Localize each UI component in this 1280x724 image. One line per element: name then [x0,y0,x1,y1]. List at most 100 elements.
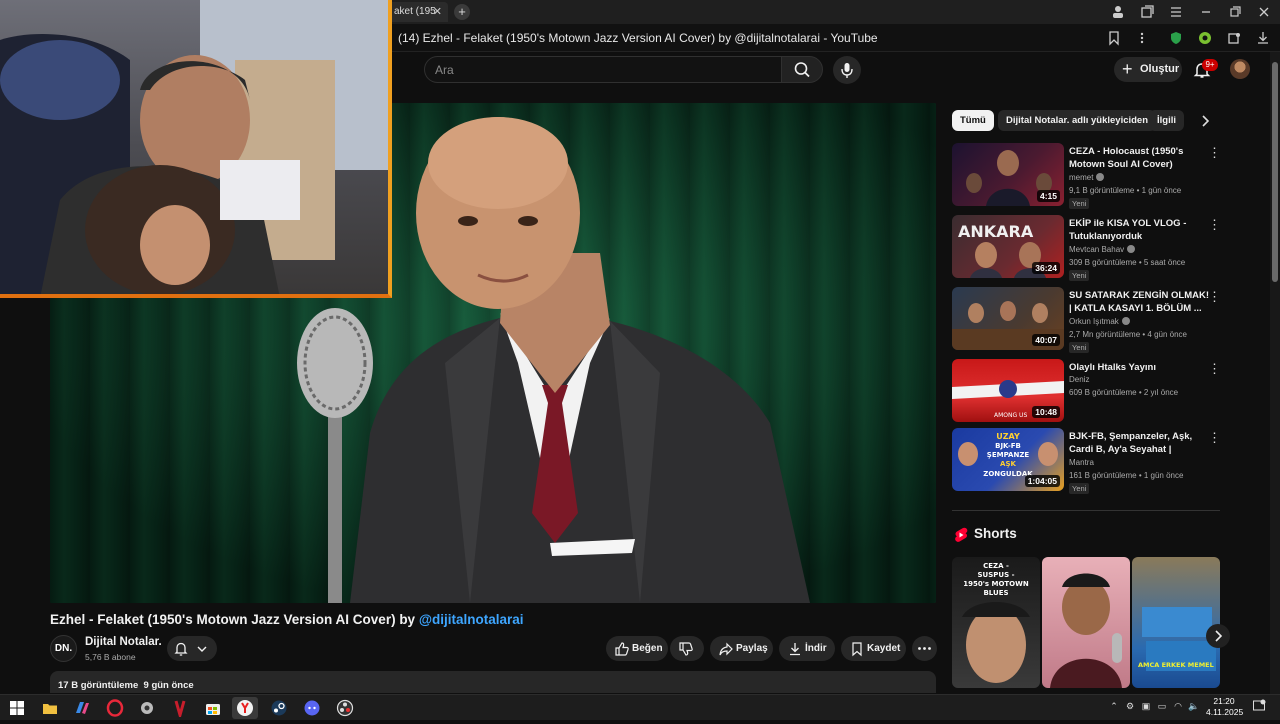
thumbnail-overlay-text: AŞK [1000,460,1016,468]
user-avatar[interactable] [1230,59,1250,79]
chip-all[interactable]: Tümü [952,110,994,131]
description-box[interactable]: 17 B görüntüleme 9 gün önce [50,671,936,693]
app-icon[interactable] [138,699,156,717]
video-stats: 17 B görüntüleme 9 gün önce [58,680,194,691]
channel-name-text: Mevtcan Bahav [1069,245,1125,254]
shorts-next-button[interactable] [1206,624,1230,648]
restore-icon[interactable] [1227,4,1243,20]
recommendation-title[interactable]: SU SATARAK ZENGİN OLMAK! | KATLA KASAYI … [1069,289,1211,315]
obs-icon[interactable] [336,699,354,717]
recommendation-item[interactable]: ANKARA 36:24 EKİP ile KISA YOL VLOG - Tu… [952,215,1222,281]
store-icon[interactable] [204,699,222,717]
more-vertical-icon[interactable]: ⋮ [1208,430,1221,446]
minimize-icon[interactable] [1198,4,1214,20]
more-actions-button[interactable] [912,636,937,661]
save-label: Kaydet [867,643,901,654]
more-vertical-icon[interactable]: ⋮ [1208,145,1221,161]
more-vertical-icon[interactable] [1134,30,1150,46]
download-icon[interactable] [1255,30,1271,46]
search-box[interactable]: Ara [424,56,782,83]
thumbnail-overlay-text: ŞEMPANZE [987,451,1030,459]
file-explorer-icon[interactable] [41,699,59,717]
dislike-button[interactable] [670,636,704,661]
recommendation-item[interactable]: 40:07 SU SATARAK ZENGİN OLMAK! | KATLA K… [952,287,1222,353]
menu-icon[interactable] [1168,4,1184,20]
search-input[interactable]: Ara [435,63,454,77]
copilot-icon[interactable] [73,699,91,717]
recommendation-channel[interactable]: memet [1069,173,1105,182]
channel-avatar[interactable]: DN. [50,635,77,662]
channel-handle-link[interactable]: @dijitalnotalarai [419,612,524,627]
opera-icon[interactable] [106,699,124,717]
video-duration: 4:15 [1036,190,1060,202]
recommendation-channel[interactable]: Deniz [1069,375,1089,384]
share-icon [719,642,733,656]
recommendation-title[interactable]: Olaylı Htalks Yayını [1069,361,1211,374]
bookmark-icon[interactable] [1106,30,1122,46]
recommendation-title[interactable]: EKİP ile KISA YOL VLOG - Tutuklanıyorduk [1069,217,1211,243]
recommendation-title[interactable]: CEZA - Holocaust (1950's Motown Soul AI … [1069,145,1211,171]
network-tray-icon[interactable]: ▣ [1140,700,1152,712]
recommendation-title[interactable]: BJK-FB, Şempanzeler, Aşk, Cardi B, Ay'a … [1069,430,1211,456]
scrollbar-thumb[interactable] [1272,62,1278,282]
battery-tray-icon[interactable]: ▭ [1156,700,1168,712]
chip-related[interactable]: İlgili [1149,110,1184,131]
taskbar-clock[interactable]: 21:20 4.11.2025 [1206,696,1243,718]
account-icon[interactable] [1110,4,1126,20]
page-title-address[interactable]: (14) Ezhel - Felaket (1950's Motown Jazz… [398,31,878,45]
video-thumbnail[interactable]: 4:15 [952,143,1064,206]
upload-age: 9 gün önce [143,680,194,691]
chip-from-uploader[interactable]: Dijital Notalar. adlı yükleyiciden [998,110,1157,131]
recommendation-item[interactable]: 4:15 CEZA - Holocaust (1950's Motown Sou… [952,143,1222,209]
recommendation-meta: 2,7 Mn görüntüleme • 4 gün önce [1069,330,1187,339]
chevron-up-icon[interactable]: ⌃ [1108,700,1120,712]
more-vertical-icon[interactable]: ⋮ [1208,217,1221,233]
channel-name[interactable]: Dijital Notalar. [85,636,162,648]
extension-circle-icon[interactable] [1197,30,1213,46]
discord-icon[interactable] [303,699,321,717]
recommendation-channel[interactable]: Mantra [1069,458,1094,467]
video-thumbnail[interactable]: AMONG US 10:48 [952,359,1064,422]
short-item[interactable]: AMCA ERKEK MEMEL [1132,557,1220,688]
windows-start-icon[interactable] [8,699,26,717]
video-thumbnail[interactable]: UZAY BJK-FB ŞEMPANZE AŞK ZONGULDAK 1:04:… [952,428,1064,491]
collections-icon[interactable] [1139,4,1155,20]
video-title: Ezhel - Felaket (1950's Motown Jazz Vers… [50,612,524,627]
download-button[interactable]: İndir [779,636,835,661]
recommendation-item[interactable]: UZAY BJK-FB ŞEMPANZE AŞK ZONGULDAK 1:04:… [952,428,1222,494]
more-vertical-icon[interactable]: ⋮ [1208,361,1221,377]
share-label: Paylaş [736,643,768,654]
create-button[interactable]: + Oluştur [1114,57,1182,82]
subscription-bell-button[interactable] [167,636,217,661]
volume-icon[interactable]: 🔈 [1188,700,1200,712]
save-button[interactable]: Kaydet [841,636,906,661]
like-label: Beğen [632,643,663,654]
tab-close-icon[interactable]: ✕ [433,5,442,18]
extensions-puzzle-icon[interactable] [1226,30,1242,46]
close-window-icon[interactable] [1256,4,1272,20]
video-thumbnail[interactable]: 40:07 [952,287,1064,350]
video-thumbnail[interactable]: ANKARA 36:24 [952,215,1064,278]
short-item[interactable]: CEZA - SUSPUS - 1950's MOTOWN BLUES [952,557,1040,688]
age-text: 5 saat önce [1143,258,1186,267]
like-button[interactable]: Beğen [606,636,668,661]
steam-icon[interactable] [270,699,288,717]
more-vertical-icon[interactable]: ⋮ [1208,289,1221,305]
recommendation-item[interactable]: AMONG US 10:48 Olaylı Htalks Yayını Deni… [952,359,1222,423]
media-app-icon[interactable] [171,699,189,721]
recommendation-channel[interactable]: Mevtcan Bahav [1069,245,1136,254]
short-item[interactable] [1042,557,1130,688]
yandex-browser-icon[interactable] [232,697,258,719]
wifi-icon[interactable]: ◠ [1172,700,1184,712]
share-button[interactable]: Paylaş [710,636,773,661]
browser-tab[interactable]: aket (195 ✕ [388,2,448,22]
recommendation-channel[interactable]: Orkun Işıtmak [1069,317,1130,326]
notification-center-icon[interactable] [1252,699,1266,713]
voice-search-button[interactable] [833,56,861,84]
new-tab-button[interactable]: + [454,4,470,20]
extension-shield-icon[interactable] [1168,30,1184,46]
views-text: 309 B görüntüleme [1069,258,1137,267]
search-button[interactable] [781,56,823,83]
settings-tray-icon[interactable]: ⚙ [1124,700,1136,712]
chips-next-button[interactable] [1196,112,1214,130]
